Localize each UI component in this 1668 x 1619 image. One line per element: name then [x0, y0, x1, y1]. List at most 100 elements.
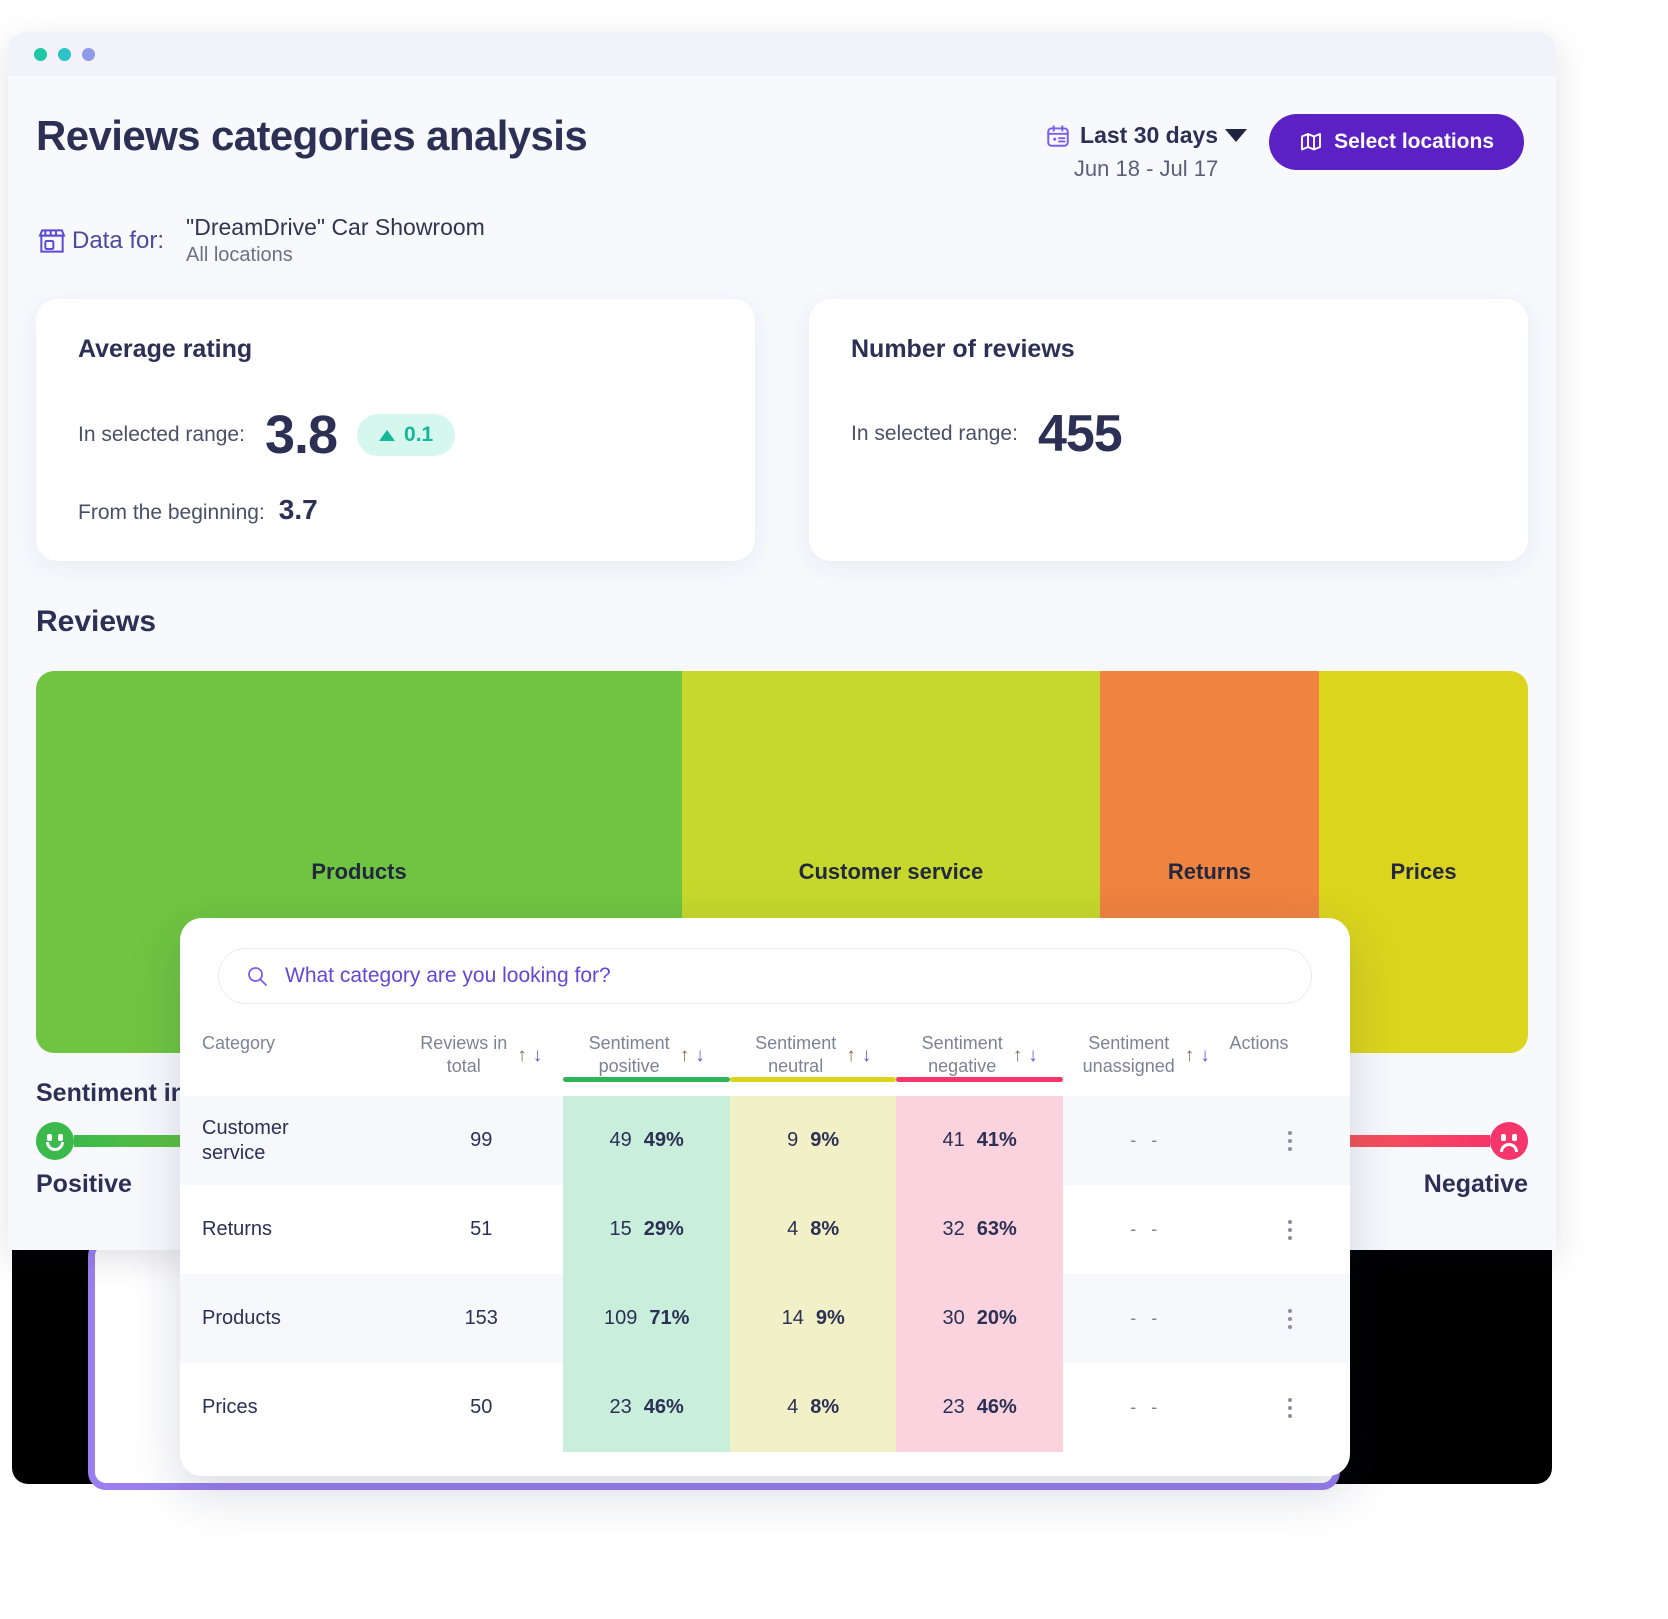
sort-desc-icon[interactable]: ↓ [533, 1046, 543, 1065]
column-header-sentiment-unassigned[interactable]: Sentiment unassigned ↑ ↓ [1063, 1026, 1230, 1096]
sort-desc-icon[interactable]: ↓ [1028, 1046, 1038, 1065]
column-accent-positive [563, 1077, 730, 1082]
cell-sentiment-unassigned: - - [1130, 1308, 1163, 1328]
cell-actions[interactable] [1229, 1363, 1350, 1452]
sort-arrows-unassigned[interactable]: ↑ ↓ [1185, 1032, 1210, 1065]
number-of-reviews-range-row: In selected range: 455 [851, 404, 1486, 464]
chevron-down-icon[interactable] [1225, 129, 1248, 142]
number-of-reviews-range-label: In selected range: [851, 422, 1018, 445]
average-rating-card: Average rating In selected range: 3.8 0.… [36, 299, 755, 561]
column-label-total: Reviews in total [420, 1033, 508, 1076]
column-header-category: Category [180, 1026, 399, 1096]
data-for-values: "DreamDrive" Car Showroom All locations [186, 214, 485, 267]
column-accent-negative [896, 1077, 1063, 1082]
average-rating-delta-value: 0.1 [404, 423, 434, 446]
average-rating-range-row: In selected range: 3.8 0.1 [78, 404, 713, 466]
column-header-total[interactable]: Reviews in total ↑ ↓ [399, 1026, 563, 1096]
sort-asc-icon[interactable]: ↑ [1013, 1046, 1023, 1065]
column-header-sentiment-positive[interactable]: Sentiment positive ↑ ↓ [563, 1026, 730, 1096]
categories-table: Category Reviews in total ↑ ↓ Sentiment … [180, 1026, 1350, 1452]
average-rating-beginning-value: 3.7 [278, 494, 318, 525]
sort-arrows-total[interactable]: ↑ ↓ [517, 1032, 542, 1065]
kebab-menu-icon[interactable] [1229, 1397, 1350, 1418]
number-of-reviews-card: Number of reviews In selected range: 455 [809, 299, 1528, 561]
data-for-row: Data for: "DreamDrive" Car Showroom All … [36, 214, 1528, 267]
sort-asc-icon[interactable]: ↑ [680, 1046, 690, 1065]
window-titlebar [8, 32, 1556, 76]
search-input[interactable]: What category are you looking for? [218, 948, 1312, 1004]
search-placeholder: What category are you looking for? [285, 964, 611, 987]
table-row[interactable]: Products 153 109 71% 14 9% 30 20% - - [180, 1274, 1350, 1363]
average-rating-beginning-label: From the beginning: [78, 501, 265, 524]
kebab-menu-icon[interactable] [1229, 1219, 1350, 1240]
select-locations-button[interactable]: Select locations [1269, 114, 1524, 170]
column-label-actions: Actions [1229, 1033, 1289, 1053]
column-header-sentiment-neutral[interactable]: Sentiment neutral ↑ ↓ [729, 1026, 897, 1096]
cell-sentiment-neutral: 4 8% [729, 1185, 897, 1274]
treemap-cell-label: Prices [1390, 859, 1457, 884]
kebab-menu-icon[interactable] [1229, 1308, 1350, 1329]
cell-sentiment-unassigned: - - [1130, 1219, 1163, 1239]
cell-actions[interactable] [1229, 1096, 1350, 1185]
sort-desc-icon[interactable]: ↓ [1200, 1046, 1210, 1065]
sort-arrows-negative[interactable]: ↑ ↓ [1013, 1032, 1038, 1065]
treemap-cell-label: Products [311, 859, 407, 884]
table-header-row: Category Reviews in total ↑ ↓ Sentiment … [180, 1026, 1350, 1096]
table-row[interactable]: Customer service 99 49 49% 9 9% 41 41% - - [180, 1096, 1350, 1185]
average-rating-delta: 0.1 [357, 414, 456, 456]
date-range-label: Last 30 days [1080, 122, 1219, 148]
triangle-up-icon [379, 429, 396, 441]
sort-asc-icon[interactable]: ↑ [846, 1046, 856, 1065]
column-header-sentiment-negative[interactable]: Sentiment negative ↑ ↓ [896, 1026, 1063, 1096]
cell-total: 50 [470, 1396, 493, 1418]
store-icon [36, 225, 68, 257]
date-range-selector[interactable]: Last 30 days Jun 18 - Jul 17 [1045, 114, 1248, 182]
column-header-actions: Actions [1229, 1026, 1350, 1096]
header-actions: Last 30 days Jun 18 - Jul 17 Select loca… [1045, 114, 1524, 182]
cell-sentiment-positive: 109 71% [563, 1274, 730, 1363]
average-rating-range-label: In selected range: [78, 423, 245, 446]
sort-asc-icon[interactable]: ↑ [1185, 1046, 1195, 1065]
cell-category: Prices [202, 1396, 258, 1418]
cell-total: 99 [470, 1129, 493, 1151]
cell-sentiment-unassigned: - - [1130, 1397, 1163, 1417]
cell-sentiment-negative: 32 63% [896, 1185, 1063, 1274]
window-dot-green[interactable] [34, 47, 47, 61]
cell-category: Returns [202, 1218, 273, 1240]
cell-actions[interactable] [1229, 1274, 1350, 1363]
number-of-reviews-title: Number of reviews [851, 335, 1075, 363]
kebab-menu-icon[interactable] [1229, 1130, 1350, 1151]
cell-sentiment-neutral: 9 9% [729, 1096, 897, 1185]
sad-face-icon [1490, 1122, 1528, 1160]
average-rating-title: Average rating [78, 335, 253, 363]
window-dot-purple[interactable] [82, 47, 95, 61]
search-icon [245, 964, 269, 988]
metric-cards: Average rating In selected range: 3.8 0.… [36, 299, 1528, 561]
column-label-sentiment-neutral: Sentiment neutral [755, 1033, 837, 1076]
treemap-cell-label: Customer service [798, 859, 984, 884]
business-name: "DreamDrive" Car Showroom [186, 214, 485, 240]
sort-arrows-neutral[interactable]: ↑ ↓ [846, 1032, 871, 1065]
categories-table-body: Customer service 99 49 49% 9 9% 41 41% - - Returns… [180, 1096, 1350, 1452]
window-dot-teal[interactable] [58, 47, 71, 61]
sort-asc-icon[interactable]: ↑ [517, 1046, 527, 1065]
date-range-dates: Jun 18 - Jul 17 [1073, 156, 1219, 181]
data-for-label: Data for: [72, 226, 165, 254]
map-icon [1299, 130, 1323, 154]
happy-face-icon [36, 1122, 74, 1160]
sentiment-positive-label: Positive [36, 1170, 132, 1198]
column-label-sentiment-positive: Sentiment positive [588, 1033, 670, 1076]
treemap-cell[interactable]: Prices [1319, 671, 1528, 1053]
cell-sentiment-negative: 30 20% [896, 1274, 1063, 1363]
sentiment-negative-label: Negative [1423, 1170, 1528, 1198]
cell-sentiment-positive: 49 49% [563, 1096, 730, 1185]
sort-desc-icon[interactable]: ↓ [695, 1046, 705, 1065]
cell-actions[interactable] [1229, 1185, 1350, 1274]
cell-total: 153 [464, 1307, 498, 1329]
sort-arrows-positive[interactable]: ↑ ↓ [680, 1032, 705, 1065]
sort-desc-icon[interactable]: ↓ [862, 1046, 872, 1065]
reviews-section-title: Reviews [36, 605, 157, 638]
table-row[interactable]: Prices 50 23 46% 4 8% 23 46% - - [180, 1363, 1350, 1452]
cell-category: Customer service [202, 1116, 289, 1164]
table-row[interactable]: Returns 51 15 29% 4 8% 32 63% - - [180, 1185, 1350, 1274]
